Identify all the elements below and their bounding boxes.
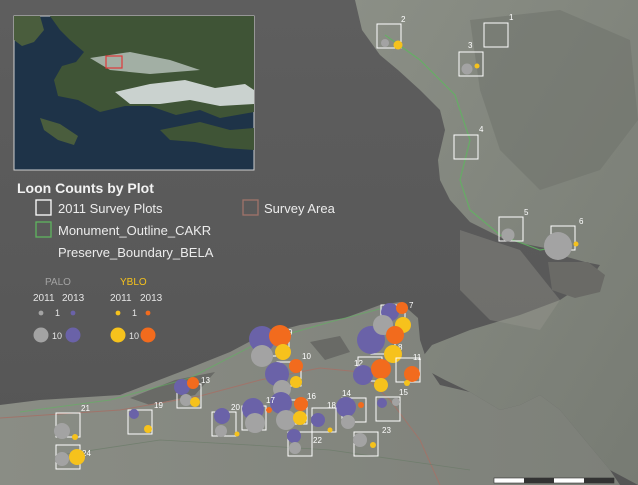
legend-label-survey-area: Survey Area: [264, 201, 336, 216]
palo-2011-count: [215, 425, 227, 437]
survey-plot-label: 20: [231, 403, 240, 412]
yblo-2011-count: [275, 344, 291, 360]
survey-plot-label: 13: [201, 376, 210, 385]
legend-yblo-small-value: 1: [132, 308, 137, 318]
survey-plot-label: 3: [468, 41, 473, 50]
palo-2013-count: [129, 409, 139, 419]
yblo-2011-count: [573, 241, 579, 247]
survey-plot-label: 19: [154, 401, 163, 410]
yblo-2013-count: [294, 397, 308, 411]
yblo-2013-count: [266, 407, 272, 413]
yblo-2013-count: [371, 359, 391, 379]
palo-2011-count: [55, 452, 69, 466]
palo-2011-count: [461, 63, 473, 75]
survey-plot-label: 14: [342, 389, 351, 398]
survey-plot-label: 16: [307, 392, 316, 401]
legend-palo-large-value: 10: [52, 331, 62, 341]
yblo-2011-count: [190, 397, 200, 407]
survey-plot-label: 6: [579, 217, 584, 226]
yblo-2013-count: [386, 326, 404, 344]
palo-2013-count: [287, 429, 301, 443]
legend-label-monument-outline: Monument_Outline_CAKR: [58, 223, 211, 238]
legend-palo-2011-small: [38, 310, 44, 316]
legend-title: Loon Counts by Plot: [17, 180, 154, 196]
legend-label-survey-plots: 2011 Survey Plots: [58, 201, 163, 216]
legend-yblo-label: YBLO: [120, 277, 147, 288]
palo-2011-count: [353, 433, 367, 447]
yblo-2011-count: [327, 427, 333, 433]
legend-palo-year-a: 2011: [33, 293, 55, 304]
yblo-2011-count: [293, 411, 307, 425]
palo-2011-count: [341, 415, 355, 429]
palo-2011-count: [251, 345, 273, 367]
palo-2011-count: [381, 39, 389, 47]
yblo-2011-count: [290, 376, 302, 388]
yblo-2011-count: [393, 40, 403, 50]
palo-2013-count: [353, 365, 373, 385]
yblo-2013-count: [358, 402, 364, 408]
yblo-2013-count: [269, 325, 291, 347]
legend-palo-2011-large: [33, 327, 49, 343]
palo-2013-count: [311, 413, 325, 427]
yblo-2011-count: [234, 431, 240, 437]
yblo-2011-count: [72, 434, 78, 440]
palo-2011-count: [54, 423, 70, 439]
palo-2013-count: [214, 408, 230, 424]
legend-palo-year-b: 2013: [62, 293, 85, 304]
yblo-2013-count: [404, 366, 420, 382]
yblo-2011-count: [69, 449, 85, 465]
palo-2011-count: [245, 413, 265, 433]
yblo-2011-count: [370, 442, 376, 448]
palo-2013-count: [336, 397, 356, 417]
survey-plot-label: 18: [327, 401, 336, 410]
palo-2011-count: [180, 394, 192, 406]
legend-yblo-2011-large: [110, 327, 126, 343]
survey-plot-label: 1: [509, 13, 514, 22]
palo-2011-count: [501, 228, 515, 242]
loon-count-map: Loon Counts by Plot 2011 Survey Plots Su…: [0, 0, 638, 485]
survey-plot-label: 10: [302, 352, 311, 361]
map-canvas: Loon Counts by Plot 2011 Survey Plots Su…: [0, 0, 638, 485]
legend-yblo-large-value: 10: [129, 331, 139, 341]
yblo-2013-count: [289, 359, 303, 373]
yblo-2013-count: [187, 377, 199, 389]
survey-plot-label: 2: [401, 15, 406, 24]
yblo-2013-count: [396, 302, 408, 314]
legend-yblo-2013-small: [145, 310, 151, 316]
survey-plot-label: 4: [479, 125, 484, 134]
survey-plot-label: 17: [266, 396, 275, 405]
palo-2011-count: [276, 410, 296, 430]
survey-plot-label: 15: [399, 388, 408, 397]
legend-yblo-year-a: 2011: [110, 293, 132, 304]
yblo-2011-count: [374, 378, 388, 392]
scale-bar: [493, 477, 615, 484]
legend-palo-small-value: 1: [55, 308, 60, 318]
yblo-2011-count: [404, 380, 410, 386]
survey-plot-label: 22: [313, 436, 322, 445]
legend-yblo-2011-small: [115, 310, 121, 316]
palo-2013-count: [377, 398, 387, 408]
survey-plot-label: 21: [81, 404, 90, 413]
legend-yblo-year-b: 2013: [140, 293, 163, 304]
yblo-2011-count: [474, 63, 480, 69]
yblo-2011-count: [144, 425, 152, 433]
legend-palo-2013-large: [65, 327, 81, 343]
yblo-2011-count: [384, 345, 402, 363]
survey-plot-label: 7: [409, 301, 414, 310]
palo-2011-count: [289, 442, 301, 454]
legend-yblo-2013-large: [140, 327, 156, 343]
survey-plot-label: 11: [413, 353, 422, 362]
survey-plot-label: 23: [382, 426, 391, 435]
palo-2011-count: [392, 398, 400, 406]
legend-palo-2013-small: [70, 310, 76, 316]
palo-2011-count: [544, 232, 572, 260]
legend-label-preserve-boundary: Preserve_Boundary_BELA: [58, 245, 214, 260]
legend-palo-label: PALO: [45, 277, 71, 288]
survey-plot-label: 5: [524, 208, 529, 217]
